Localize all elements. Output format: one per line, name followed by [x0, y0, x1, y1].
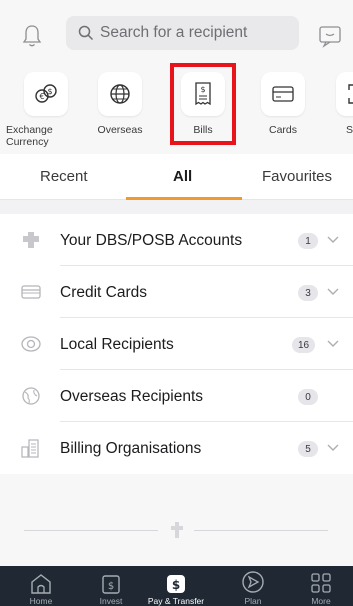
bank-icon — [23, 232, 39, 248]
chevron-down-icon[interactable] — [327, 236, 339, 244]
list-item-label: Billing Organisations — [60, 440, 202, 457]
nav-pay-transfer-label: Pay & Transfer — [147, 596, 205, 606]
nav-plan-label: Plan — [244, 596, 262, 606]
globe-recipient-icon — [22, 387, 40, 405]
svg-text:$: $ — [108, 581, 114, 592]
exchange-currency-tile[interactable]: $ € — [24, 72, 68, 116]
scan-icon — [348, 84, 353, 104]
list-item-overseas-recipients[interactable]: Overseas Recipients 0 — [0, 370, 353, 422]
bottom-navigation: Home $ Invest $ Pay & Transfer Plan More — [0, 566, 353, 606]
list-item-label: Credit Cards — [60, 284, 147, 301]
chevron-down-icon[interactable] — [327, 340, 339, 348]
nav-home[interactable]: Home — [6, 568, 76, 606]
exchange-currency-label: Exchange Currency — [6, 124, 53, 148]
list-item-label: Overseas Recipients — [60, 388, 204, 405]
count-badge: 16 — [292, 337, 316, 353]
search-input[interactable]: Search for a recipient — [66, 16, 299, 50]
list-item-dbs-posb-accounts[interactable]: Your DBS/POSB Accounts 1 — [0, 214, 353, 266]
count-badge: 3 — [298, 285, 318, 301]
svg-text:€: € — [39, 92, 44, 101]
credit-card-icon — [21, 285, 41, 299]
more-grid-icon — [311, 573, 331, 593]
svg-text:$: $ — [47, 87, 52, 96]
plan-icon — [242, 571, 264, 593]
home-icon — [31, 574, 51, 594]
nav-more-label: More — [311, 596, 331, 606]
count-badge: 1 — [298, 233, 318, 249]
chevron-down-icon[interactable] — [327, 444, 339, 452]
footer-divider-right — [194, 530, 328, 531]
section-gap — [0, 200, 353, 214]
scan-action[interactable]: Scan — [322, 72, 353, 136]
list-item-label: Your DBS/POSB Accounts — [60, 232, 243, 249]
search-placeholder: Search for a recipient — [100, 24, 248, 41]
cards-action[interactable]: Cards — [247, 72, 319, 136]
top-bar: Search for a recipient — [0, 0, 353, 62]
list-item-credit-cards[interactable]: Credit Cards 3 — [0, 266, 353, 318]
cards-label: Cards — [268, 124, 297, 136]
tabs-bar: Recent All Favourites — [0, 154, 353, 200]
nav-home-label: Home — [29, 596, 53, 606]
tab-recent[interactable]: Recent — [40, 168, 88, 185]
local-recipient-icon — [21, 336, 41, 352]
exchange-currency-action[interactable]: $ € Exchange Currency — [6, 72, 82, 148]
bank-logo-icon — [171, 522, 183, 538]
tab-all[interactable]: All — [173, 168, 192, 185]
exchange-currency-icon: $ € — [35, 84, 57, 103]
nav-more[interactable]: More — [286, 568, 353, 606]
bills-highlight-box — [170, 63, 236, 145]
tab-favourites[interactable]: Favourites — [262, 168, 332, 185]
overseas-label: Overseas — [97, 124, 143, 136]
nav-plan[interactable]: Plan — [218, 568, 288, 606]
scan-label: Scan — [346, 124, 353, 136]
footer-divider-left — [24, 530, 158, 531]
chat-icon[interactable] — [318, 24, 342, 48]
overseas-action[interactable]: Overseas — [84, 72, 156, 136]
svg-text:$: $ — [172, 578, 180, 592]
recipient-list: Your DBS/POSB Accounts 1 Credit Cards 3 … — [0, 214, 353, 474]
building-icon — [21, 439, 39, 458]
nav-invest[interactable]: $ Invest — [76, 568, 146, 606]
list-item-label: Local Recipients — [60, 336, 174, 353]
scan-tile[interactable] — [336, 72, 353, 116]
list-item-local-recipients[interactable]: Local Recipients 16 — [0, 318, 353, 370]
nav-invest-label: Invest — [99, 596, 123, 606]
search-icon — [78, 25, 94, 41]
bell-icon[interactable] — [22, 24, 42, 48]
count-badge: 5 — [298, 441, 318, 457]
chevron-down-icon[interactable] — [327, 288, 339, 296]
count-badge: 0 — [298, 389, 318, 405]
nav-pay-transfer[interactable]: $ Pay & Transfer — [141, 568, 211, 606]
card-icon — [272, 86, 294, 102]
cards-tile[interactable] — [261, 72, 305, 116]
pay-transfer-icon: $ — [167, 575, 185, 593]
globe-icon — [110, 84, 130, 104]
list-item-billing-organisations[interactable]: Billing Organisations 5 — [0, 422, 353, 474]
invest-icon: $ — [102, 575, 120, 594]
overseas-tile[interactable] — [98, 72, 142, 116]
